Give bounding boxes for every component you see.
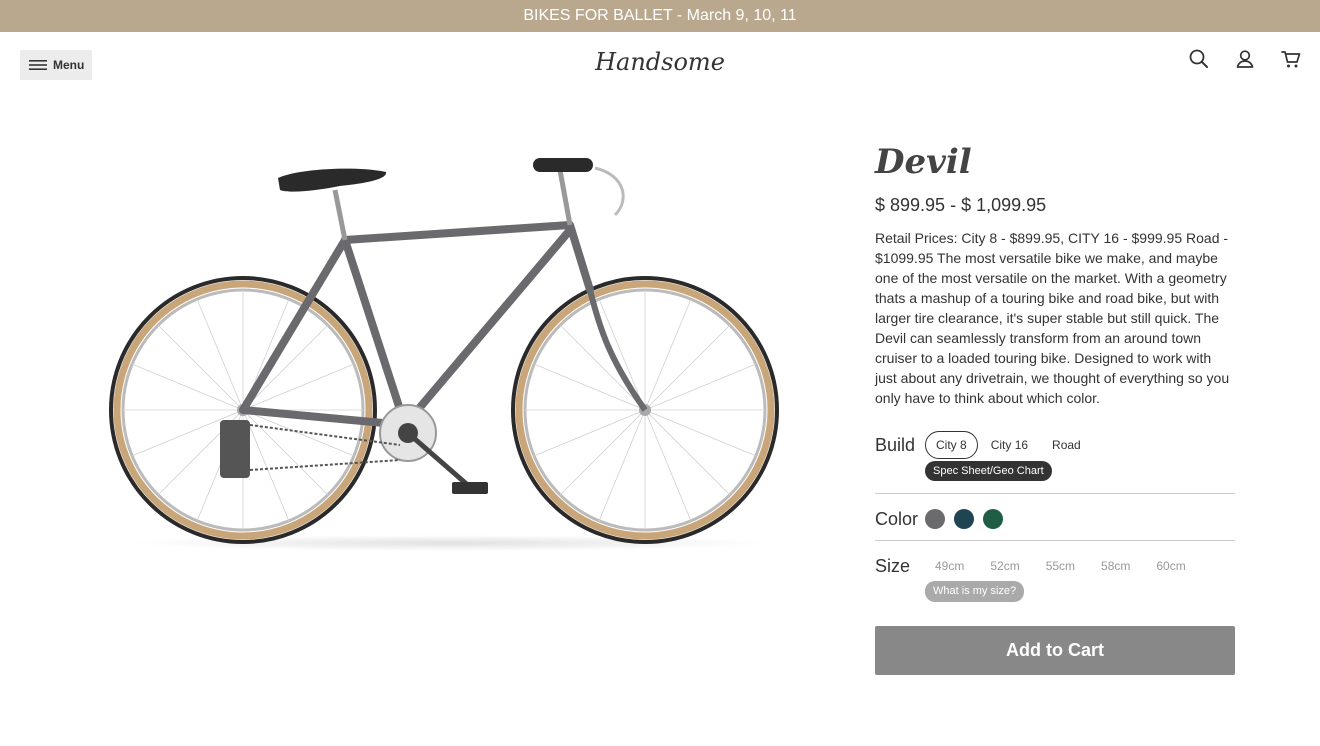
- size-option-58[interactable]: 58cm: [1091, 559, 1140, 573]
- logo[interactable]: Handsome: [595, 44, 725, 80]
- size-option-49[interactable]: 49cm: [925, 559, 974, 573]
- color-swatch-green[interactable]: [983, 509, 1003, 529]
- add-to-cart-button[interactable]: Add to Cart: [875, 626, 1235, 675]
- build-selector: Build City 8 City 16 Road: [875, 430, 1094, 460]
- product-image: [100, 140, 790, 560]
- account-icon[interactable]: [1234, 48, 1256, 70]
- color-swatch-teal[interactable]: [954, 509, 974, 529]
- build-option-city-8[interactable]: City 8: [925, 431, 978, 459]
- build-option-city-16[interactable]: City 16: [980, 431, 1039, 459]
- spec-sheet-link[interactable]: Spec Sheet/Geo Chart: [925, 461, 1052, 481]
- logo-text: Handsome: [595, 48, 725, 76]
- product-title: Devil: [875, 142, 972, 182]
- color-selector: Color: [875, 506, 1012, 532]
- divider: [875, 493, 1235, 494]
- announcement-bar: BIKES FOR BALLET - March 9, 10, 11: [0, 0, 1320, 32]
- menu-button[interactable]: Menu: [20, 50, 92, 80]
- product-price: $ 899.95 - $ 1,099.95: [875, 195, 1047, 215]
- size-option-55[interactable]: 55cm: [1036, 559, 1085, 573]
- size-option-52[interactable]: 52cm: [980, 559, 1029, 573]
- menu-label: Menu: [53, 58, 85, 72]
- size-help-link[interactable]: What is my size?: [925, 581, 1025, 602]
- announcement-text: BIKES FOR BALLET - March 9, 10, 11: [523, 7, 797, 24]
- size-option-60[interactable]: 60cm: [1146, 559, 1195, 573]
- product-details: Devil $ 899.95 - $ 1,099.95 Retail Price…: [875, 140, 1235, 675]
- build-label: Build: [875, 434, 916, 455]
- size-selector: Size 49cm 52cm 55cm 58cm 60cm: [875, 553, 1202, 579]
- divider: [875, 540, 1235, 541]
- hamburger-icon: [29, 59, 47, 71]
- search-icon[interactable]: [1188, 48, 1210, 70]
- color-label: Color: [875, 508, 919, 529]
- size-label: Size: [875, 555, 911, 576]
- build-option-road[interactable]: Road: [1041, 431, 1092, 459]
- cart-icon[interactable]: [1280, 48, 1302, 70]
- product-description: Retail Prices: City 8 - $899.95, CITY 16…: [875, 230, 1230, 406]
- color-swatch-gray[interactable]: [925, 509, 945, 529]
